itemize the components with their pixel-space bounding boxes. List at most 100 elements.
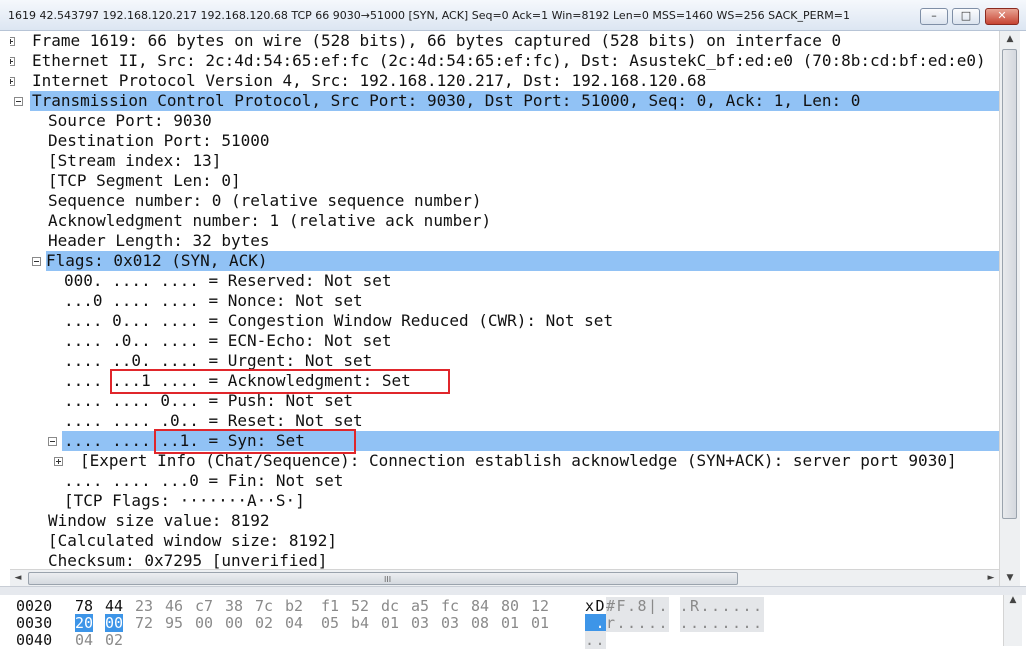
bytes-scrollbar[interactable]: ▲ [1003,595,1022,646]
hex-byte[interactable]: 84 [471,597,489,615]
ascii-char[interactable]: F [616,597,627,615]
tree-row[interactable]: Internet Protocol Version 4, Src: 192.16… [10,71,999,91]
tree-row[interactable]: [Calculated window size: 8192] [10,531,999,551]
ascii-char[interactable]: x [585,597,596,615]
ascii-char[interactable]: . [585,631,596,649]
ascii-char[interactable]: . [690,614,701,632]
ascii-char[interactable] [585,614,596,632]
expand-plus-icon[interactable] [54,457,63,466]
scroll-left-arrow-icon[interactable]: ◄ [10,570,26,587]
tree-row[interactable]: ...0 .... .... = Nonce: Not set [10,291,999,311]
expand-plus-icon[interactable] [10,77,15,86]
hex-byte[interactable]: 00 [225,614,243,632]
ascii-char[interactable]: . [700,614,711,632]
hex-byte[interactable]: 38 [225,597,243,615]
scroll-right-arrow-icon[interactable]: ► [983,570,999,587]
hex-byte[interactable]: f1 [321,597,339,615]
hex-byte[interactable]: 02 [105,631,123,649]
ascii-char[interactable]: D [596,597,607,615]
ascii-char[interactable]: . [627,614,638,632]
ascii-char[interactable]: r [606,614,617,632]
ascii-char[interactable]: . [742,614,753,632]
close-button[interactable]: ✕ [985,8,1019,25]
ascii-char[interactable]: | [648,597,659,615]
expand-plus-icon[interactable] [10,37,15,46]
tree-row[interactable]: .... .... .0.. = Reset: Not set [10,411,999,431]
ascii-char[interactable]: . [658,614,669,632]
hex-byte[interactable]: 02 [255,614,273,632]
tree-row[interactable]: Checksum: 0x7295 [unverified] [10,551,999,569]
vertical-scroll-thumb[interactable] [1002,49,1017,519]
tree-row[interactable]: [Expert Info (Chat/Sequence): Connection… [10,451,999,471]
hex-byte[interactable]: c7 [195,597,213,615]
hex-byte[interactable]: 03 [441,614,459,632]
bytes-scroll-up-icon[interactable]: ▲ [1010,595,1017,605]
hex-byte[interactable]: 08 [471,614,489,632]
ascii-char[interactable]: . [753,597,764,615]
ascii-char[interactable]: . [753,614,764,632]
ascii-char[interactable]: . [721,614,732,632]
tree-row[interactable]: [TCP Flags: ·······A··S·] [10,491,999,511]
tree-row[interactable]: Transmission Control Protocol, Src Port:… [14,91,999,111]
hex-byte[interactable]: fc [441,597,459,615]
ascii-char[interactable]: . [721,597,732,615]
tree-row[interactable]: Destination Port: 51000 [10,131,999,151]
ascii-char[interactable]: . [627,597,638,615]
hex-byte[interactable]: b2 [285,597,303,615]
tree-row[interactable]: Window size value: 8192 [10,511,999,531]
collapse-minus-icon[interactable] [14,97,23,106]
minimize-button[interactable]: – [920,8,948,25]
tree-row[interactable]: Source Port: 9030 [10,111,999,131]
packet-details-tree[interactable]: Frame 1619: 66 bytes on wire (528 bits),… [10,31,999,569]
ascii-char[interactable]: . [679,597,690,615]
ascii-char[interactable]: . [711,597,722,615]
ascii-char[interactable]: . [732,597,743,615]
ascii-char[interactable]: . [700,597,711,615]
tree-row[interactable]: .... ..0. .... = Urgent: Not set [10,351,999,371]
horizontal-scroll-thumb[interactable]: III [28,572,738,585]
hex-byte[interactable]: 20 [75,614,94,632]
ascii-char[interactable]: . [637,614,648,632]
hex-byte[interactable]: 78 [75,597,93,615]
tree-row[interactable]: Sequence number: 0 (relative sequence nu… [10,191,999,211]
hex-byte[interactable]: 00 [105,614,124,632]
hex-byte[interactable]: 23 [135,597,153,615]
scroll-down-arrow-icon[interactable]: ▼ [1000,570,1020,586]
ascii-char[interactable]: . [595,631,606,649]
ascii-char[interactable]: . [595,614,606,632]
packet-bytes-pane[interactable]: 0020 78 44 23 46 c7 38 7c b2 f1 52 dc a5 fc 84 80 12 x D # F… [0,595,1026,649]
hex-byte[interactable]: b4 [351,614,369,632]
hex-byte[interactable]: 01 [381,614,399,632]
tree-row[interactable]: [Stream index: 13] [10,151,999,171]
hex-byte[interactable]: 52 [351,597,369,615]
hex-byte[interactable]: 04 [285,614,303,632]
hex-byte[interactable]: 04 [75,631,93,649]
collapse-minus-icon[interactable] [32,257,41,266]
hex-byte[interactable]: 46 [165,597,183,615]
tree-row[interactable]: .... .0.. .... = ECN-Echo: Not set [10,331,999,351]
collapse-minus-icon[interactable] [48,437,57,446]
ascii-char[interactable]: # [606,597,617,615]
hex-byte[interactable]: 05 [321,614,339,632]
hex-byte[interactable]: 95 [165,614,183,632]
tree-row[interactable]: 000. .... .... = Reserved: Not set [10,271,999,291]
ascii-char[interactable]: . [679,614,690,632]
ascii-char[interactable]: 8 [637,597,648,615]
hex-byte[interactable]: 12 [531,597,549,615]
tree-row[interactable]: Acknowledgment number: 1 (relative ack n… [10,211,999,231]
hex-byte[interactable]: 00 [195,614,213,632]
ascii-char[interactable]: . [658,597,669,615]
details-vertical-scrollbar[interactable]: ▲ ▼ [999,31,1020,586]
tree-row[interactable]: .... 0... .... = Congestion Window Reduc… [10,311,999,331]
hex-byte[interactable]: 44 [105,597,123,615]
hex-byte[interactable]: a5 [411,597,429,615]
hex-byte[interactable]: 01 [501,614,519,632]
details-horizontal-scrollbar[interactable]: ◄ III ► [10,569,999,587]
ascii-char[interactable]: . [711,614,722,632]
scroll-up-arrow-icon[interactable]: ▲ [1000,31,1020,47]
hex-byte[interactable]: 80 [501,597,519,615]
hex-byte[interactable]: dc [381,597,399,615]
expand-plus-icon[interactable] [10,57,15,66]
tree-row[interactable]: Ethernet II, Src: 2c:4d:54:65:ef:fc (2c:… [10,51,999,71]
tree-row[interactable]: .... .... 0... = Push: Not set [10,391,999,411]
